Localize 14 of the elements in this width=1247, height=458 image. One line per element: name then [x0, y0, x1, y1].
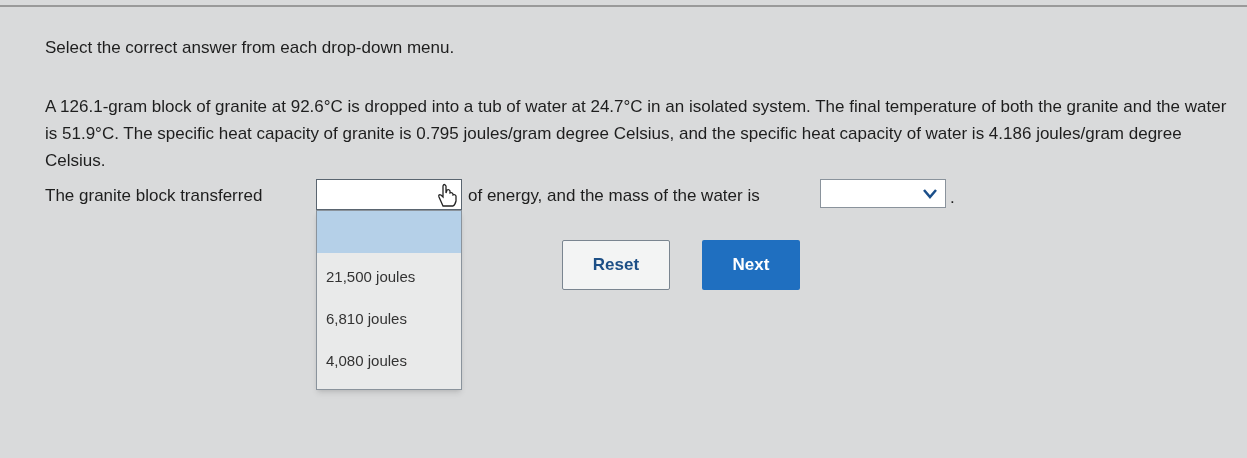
chevron-down-icon — [923, 188, 937, 199]
hand-cursor-icon — [435, 181, 459, 208]
dropdown-field[interactable] — [820, 178, 946, 208]
problem-text: A 126.1-gram block of granite at 92.6°C is dropped into a tub of water at 24.7°C in an isolated system. The final temperature of both the granite and the water is 51.9°C. The specific heat capacity of granite is 0.795 joules/gram degree Celsius, and the specific heat capacity of water is 4.186 joules/gram degree Celsius. — [45, 95, 1228, 172]
sentence-text: of energy, and the mass of the water is — [468, 184, 761, 207]
reset-button[interactable]: Reset — [562, 240, 670, 290]
sentence-text: . — [950, 186, 955, 209]
instruction-text: Select the correct answer from each drop-down menu. — [45, 37, 455, 59]
dropdown-option[interactable]: 4,080 joules — [317, 340, 461, 383]
dropdown-field[interactable] — [316, 178, 462, 210]
dropdown-option[interactable]: 21,500 joules — [317, 256, 461, 299]
sentence-text: The granite block transferred — [45, 184, 264, 207]
dropdown-option[interactable]: 6,810 joules — [317, 298, 461, 341]
next-button[interactable]: Next — [702, 240, 800, 290]
